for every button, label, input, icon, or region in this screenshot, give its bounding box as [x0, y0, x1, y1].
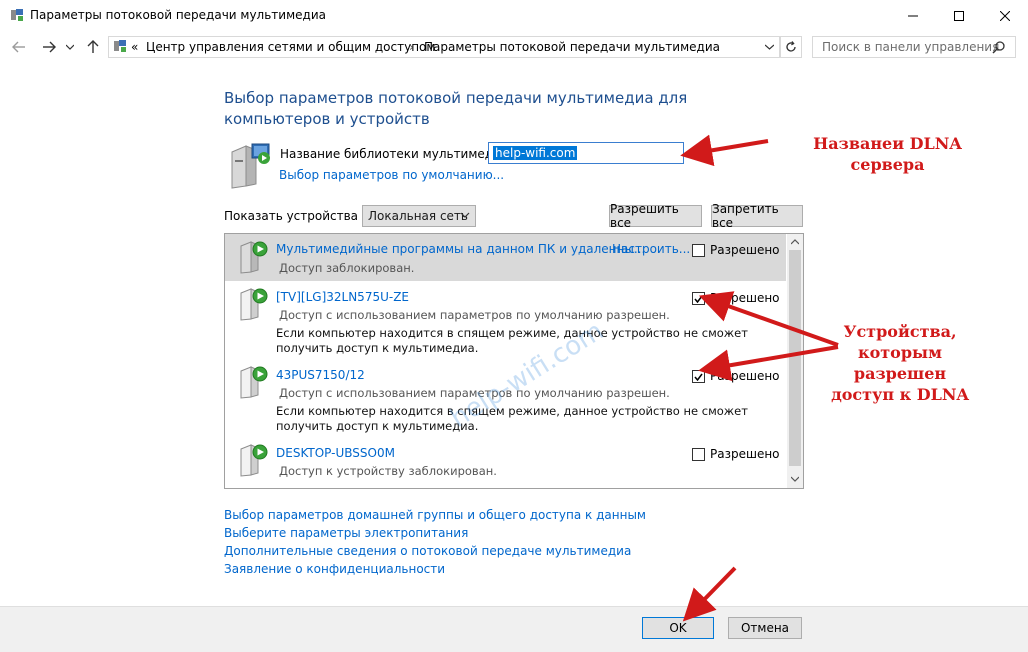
- refresh-button[interactable]: [780, 36, 802, 58]
- media-library-icon: [231, 143, 270, 189]
- breadcrumb-media-streaming[interactable]: Параметры потоковой передачи мультимедиа: [424, 40, 720, 54]
- maximize-icon: [954, 10, 964, 21]
- device-allowed-checkbox[interactable]: [692, 292, 705, 305]
- checkmark-icon: [694, 373, 703, 381]
- device-note: Если компьютер находится в спящем режиме…: [276, 326, 748, 355]
- close-icon: [1000, 10, 1010, 21]
- media-device-icon: [240, 288, 268, 321]
- search-icon[interactable]: [992, 40, 1006, 54]
- checkmark-icon: [694, 295, 703, 303]
- device-name[interactable]: Мультимедийные программы на данном ПК и …: [276, 242, 645, 256]
- device-name[interactable]: DESKTOP-UBSSO0M: [276, 446, 395, 460]
- device-allowed-label: Разрешено: [710, 447, 780, 461]
- device-allowed-checkbox[interactable]: [692, 370, 705, 383]
- media-streaming-info-link[interactable]: Дополнительные сведения о потоковой пере…: [224, 544, 631, 558]
- search-input[interactable]: Поиск в панели управления: [812, 36, 1016, 58]
- arrow-right-icon: [43, 41, 56, 53]
- device-allowed-checkbox[interactable]: [692, 244, 705, 257]
- network-media-icon: [114, 40, 126, 52]
- device-allowed-label: Разрешено: [710, 243, 780, 257]
- window-title: Параметры потоковой передачи мультимедиа: [30, 8, 326, 22]
- network-media-icon: [11, 9, 23, 21]
- breadcrumb-network-center[interactable]: Центр управления сетями и общим доступом: [146, 40, 435, 54]
- chevron-down-icon: [66, 44, 74, 50]
- device-name[interactable]: 43PUS7150/12: [276, 368, 365, 382]
- privacy-statement-link[interactable]: Заявление о конфиденциальности: [224, 562, 445, 576]
- show-devices-label: Показать устройства на:: [224, 209, 382, 223]
- maximize-button[interactable]: [936, 0, 982, 31]
- device-allowed-label: Разрешено: [710, 369, 780, 383]
- arrow-up-icon: [87, 40, 99, 53]
- chevron-down-icon: [460, 212, 470, 218]
- device-status: Доступ с использованием параметров по ум…: [279, 308, 670, 322]
- arrow-left-icon: [12, 41, 25, 53]
- recent-pages-button[interactable]: [64, 38, 76, 56]
- device-allowed-label: Разрешено: [710, 291, 780, 305]
- minimize-icon: [908, 15, 918, 16]
- device-status: Доступ заблокирован.: [279, 261, 415, 275]
- device-name[interactable]: [TV][LG]32LN575U-ZE: [276, 290, 409, 304]
- chevron-up-icon[interactable]: [791, 239, 799, 245]
- annotation-server-name: Названеи DLNA сервера: [813, 134, 962, 174]
- configure-link[interactable]: Настроить...: [612, 242, 690, 256]
- scrollbar-thumb[interactable]: [789, 250, 801, 466]
- dialog-footer: [0, 606, 1028, 652]
- breadcrumb-separator: ›: [409, 40, 414, 54]
- up-button[interactable]: [84, 38, 102, 56]
- breadcrumb-overflow[interactable]: «: [131, 40, 138, 54]
- arrow-to-ok-button: [682, 566, 737, 622]
- homegroup-settings-link[interactable]: Выбор параметров домашней группы и общег…: [224, 508, 646, 522]
- chevron-down-icon[interactable]: [765, 44, 774, 50]
- chevron-down-icon[interactable]: [791, 476, 799, 482]
- back-button[interactable]: [10, 38, 28, 56]
- media-device-icon: [240, 366, 268, 399]
- library-name-label: Название библиотеки мультимедиа:: [280, 147, 513, 161]
- library-name-value: help-wifi.com: [493, 146, 578, 160]
- device-note: Если компьютер находится в спящем режиме…: [276, 404, 748, 433]
- device-allowed-checkbox[interactable]: [692, 448, 705, 461]
- forward-button[interactable]: [40, 38, 58, 56]
- default-settings-link[interactable]: Выбор параметров по умолчанию...: [279, 168, 504, 182]
- ok-button[interactable]: OK: [642, 617, 714, 639]
- cancel-button[interactable]: Отмена: [728, 617, 802, 639]
- annotation-devices-allowed: Устройства, которым разрешен доступ к DL…: [831, 322, 969, 404]
- allow-all-button[interactable]: Разрешить все: [609, 202, 702, 230]
- deny-all-button[interactable]: Запретить все: [711, 202, 803, 230]
- power-options-link[interactable]: Выберите параметры электропитания: [224, 526, 468, 540]
- show-devices-select[interactable]: Локальная сеть: [362, 205, 476, 227]
- close-button[interactable]: [982, 0, 1028, 31]
- arrow-to-library-name: [680, 134, 769, 167]
- minimize-button[interactable]: [890, 0, 936, 31]
- media-device-icon: [240, 241, 268, 274]
- refresh-icon: [786, 41, 796, 52]
- media-device-icon: [240, 444, 268, 477]
- device-status: Доступ к устройству заблокирован.: [279, 464, 497, 478]
- page-heading: Выбор параметров потоковой передачи муль…: [224, 89, 688, 128]
